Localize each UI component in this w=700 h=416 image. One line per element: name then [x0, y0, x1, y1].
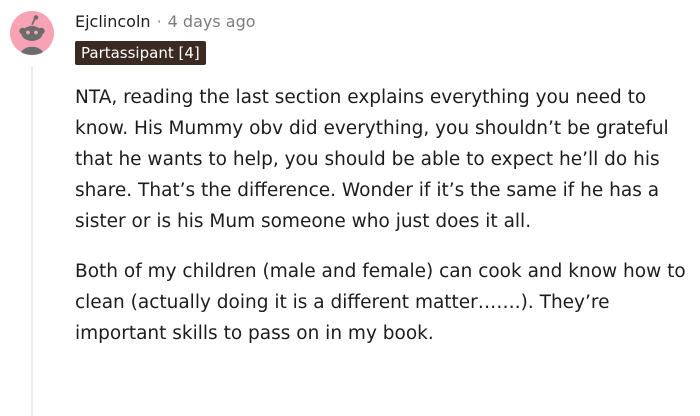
thread-line[interactable]	[31, 66, 33, 416]
comment: Ejclincoln · 4 days ago Partassipant [4]…	[0, 0, 700, 416]
user-flair-badge: Partassipant [4]	[75, 41, 206, 65]
snoo-avatar-icon	[10, 11, 54, 55]
comment-paragraph: Both of my children (male and female) ca…	[75, 261, 686, 344]
comment-body: NTA, reading the last section explains e…	[75, 82, 690, 349]
meta-separator: ·	[156, 12, 162, 31]
timestamp[interactable]: 4 days ago	[168, 10, 256, 34]
comment-meta: Ejclincoln · 4 days ago	[75, 10, 256, 34]
avatar[interactable]	[10, 11, 54, 55]
username-link[interactable]: Ejclincoln	[75, 10, 151, 34]
comment-paragraph: NTA, reading the last section explains e…	[75, 87, 669, 232]
